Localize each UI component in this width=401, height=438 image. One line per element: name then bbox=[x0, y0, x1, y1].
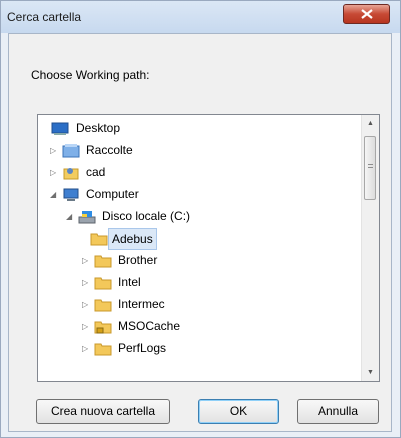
folder-icon bbox=[94, 277, 112, 290]
tree-item-raccolte[interactable]: ▷ Raccolte bbox=[50, 140, 137, 162]
drive-icon bbox=[78, 211, 96, 224]
library-icon bbox=[62, 144, 80, 158]
tree-item-label: PerfLogs bbox=[118, 341, 167, 355]
tree-item-label: cad bbox=[86, 165, 106, 179]
tree-item-label: Intel bbox=[118, 275, 141, 289]
folder-icon bbox=[94, 343, 112, 356]
scroll-down-icon[interactable]: ▼ bbox=[362, 364, 379, 381]
scroll-thumb[interactable] bbox=[364, 136, 376, 200]
user-folder-icon bbox=[63, 168, 79, 180]
folder-tree[interactable]: Desktop ▷ Raccolte ▷ cad ◢ Computer ◢ Di… bbox=[37, 114, 380, 382]
close-icon bbox=[361, 9, 373, 19]
tree-item-disco-locale[interactable]: ◢ Disco locale (C:) bbox=[66, 206, 194, 228]
tree-item-label: Intermec bbox=[118, 297, 165, 311]
tree-item-label: Desktop bbox=[76, 121, 121, 135]
tree-item-cad[interactable]: ▷ cad bbox=[50, 162, 109, 184]
ok-button[interactable]: OK bbox=[198, 399, 279, 424]
tree-item-adebus[interactable]: Adebus bbox=[82, 228, 157, 250]
tree-item-label: MSOCache bbox=[118, 319, 181, 333]
folder-icon bbox=[94, 255, 112, 268]
close-button[interactable] bbox=[343, 4, 390, 24]
tree-item-label: Computer bbox=[86, 187, 139, 201]
tree-item-desktop[interactable]: Desktop bbox=[50, 118, 124, 140]
scroll-up-icon[interactable]: ▲ bbox=[362, 115, 379, 132]
grip-icon bbox=[368, 164, 373, 168]
expand-arrow-icon[interactable]: ▷ bbox=[82, 250, 88, 272]
expand-arrow-icon[interactable]: ▷ bbox=[82, 316, 88, 338]
expand-arrow-icon[interactable]: ▷ bbox=[82, 272, 88, 294]
tree-item-label: Adebus bbox=[108, 228, 157, 250]
expand-arrow-icon[interactable]: ▷ bbox=[50, 162, 56, 184]
tree-item-label: Brother bbox=[118, 253, 158, 267]
folder-browser-dialog: Cerca cartella Choose Working path: Desk… bbox=[0, 0, 401, 438]
tree-item-msocache[interactable]: ▷ MSOCache bbox=[82, 316, 184, 338]
tree-item-label: Disco locale (C:) bbox=[102, 209, 191, 223]
expand-arrow-icon[interactable]: ▷ bbox=[82, 338, 88, 360]
tree-item-intermec[interactable]: ▷ Intermec bbox=[82, 294, 169, 316]
window-title: Cerca cartella bbox=[7, 10, 82, 24]
collapse-arrow-icon[interactable]: ◢ bbox=[66, 206, 72, 228]
expand-arrow-icon[interactable]: ▷ bbox=[82, 294, 88, 316]
prompt-label: Choose Working path: bbox=[31, 68, 150, 82]
cancel-button[interactable]: Annulla bbox=[297, 399, 379, 424]
expand-arrow-icon[interactable]: ▷ bbox=[50, 140, 56, 162]
locked-folder-icon bbox=[94, 321, 112, 334]
tree-item-intel[interactable]: ▷ Intel bbox=[82, 272, 145, 294]
collapse-arrow-icon[interactable]: ◢ bbox=[50, 184, 56, 206]
tree-item-brother[interactable]: ▷ Brother bbox=[82, 250, 161, 272]
folder-icon bbox=[94, 299, 112, 312]
computer-icon bbox=[63, 188, 79, 201]
new-folder-button[interactable]: Crea nuova cartella bbox=[36, 399, 170, 424]
vertical-scrollbar[interactable]: ▲ ▼ bbox=[361, 115, 379, 381]
folder-icon bbox=[90, 233, 108, 246]
tree-item-computer[interactable]: ◢ Computer bbox=[50, 184, 143, 206]
tree-item-perflogs[interactable]: ▷ PerfLogs bbox=[82, 338, 170, 360]
desktop-icon bbox=[51, 122, 69, 135]
title-bar[interactable]: Cerca cartella bbox=[1, 1, 400, 33]
tree-item-label: Raccolte bbox=[86, 143, 133, 157]
